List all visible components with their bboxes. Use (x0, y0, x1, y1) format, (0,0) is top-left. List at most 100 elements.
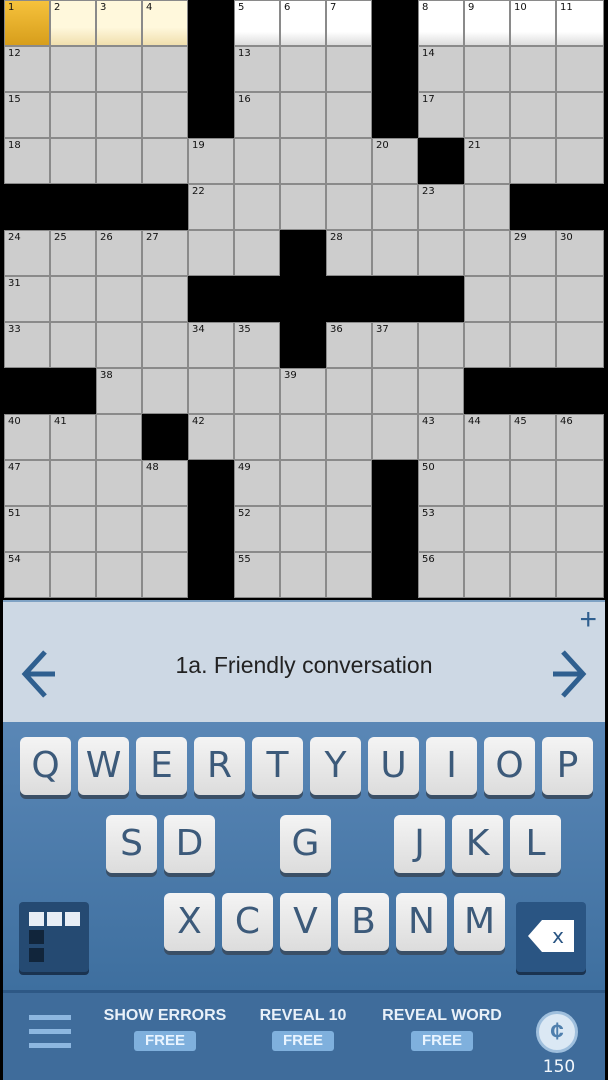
grid-cell[interactable]: 56 (418, 552, 464, 598)
key-u[interactable]: U (368, 737, 419, 795)
grid-cell[interactable]: 23 (418, 184, 464, 230)
grid-cell[interactable] (50, 322, 96, 368)
grid-cell[interactable]: 46 (556, 414, 604, 460)
grid-cell[interactable]: 36 (326, 322, 372, 368)
key-n[interactable]: N (396, 893, 447, 951)
grid-cell[interactable] (96, 414, 142, 460)
key-t[interactable]: T (252, 737, 303, 795)
grid-cell[interactable] (280, 46, 326, 92)
grid-cell[interactable] (142, 322, 188, 368)
grid-cell[interactable] (326, 552, 372, 598)
grid-cell[interactable]: 44 (464, 414, 510, 460)
key-d[interactable]: D (164, 815, 215, 873)
grid-cell[interactable]: 25 (50, 230, 96, 276)
grid-cell[interactable] (50, 92, 96, 138)
grid-cell[interactable]: 19 (188, 138, 234, 184)
key-g[interactable]: G (280, 815, 331, 873)
grid-cell[interactable] (326, 460, 372, 506)
grid-cell[interactable] (50, 552, 96, 598)
grid-cell[interactable] (280, 506, 326, 552)
backspace-key[interactable]: x (516, 902, 586, 972)
grid-cell[interactable]: 17 (418, 92, 464, 138)
grid-cell[interactable]: 28 (326, 230, 372, 276)
grid-cell[interactable] (96, 322, 142, 368)
grid-cell[interactable] (556, 552, 604, 598)
key-m[interactable]: M (454, 893, 505, 951)
grid-cell[interactable] (234, 138, 280, 184)
grid-cell[interactable]: 12 (4, 46, 50, 92)
grid-cell[interactable] (280, 138, 326, 184)
grid-cell[interactable] (326, 506, 372, 552)
coin-icon[interactable]: ¢ (536, 1011, 578, 1053)
grid-cell[interactable]: 43 (418, 414, 464, 460)
key-p[interactable]: P (542, 737, 593, 795)
grid-cell[interactable]: 48 (142, 460, 188, 506)
grid-cell[interactable] (96, 92, 142, 138)
grid-cell[interactable] (326, 184, 372, 230)
grid-cell[interactable] (464, 46, 510, 92)
grid-cell[interactable] (234, 368, 280, 414)
grid-cell[interactable]: 1 (4, 0, 50, 46)
grid-cell[interactable] (50, 506, 96, 552)
grid-cell[interactable]: 35 (234, 322, 280, 368)
grid-cell[interactable]: 34 (188, 322, 234, 368)
grid-cell[interactable] (326, 46, 372, 92)
grid-cell[interactable]: 50 (418, 460, 464, 506)
grid-cell[interactable] (556, 322, 604, 368)
key-k[interactable]: K (452, 815, 503, 873)
grid-cell[interactable]: 55 (234, 552, 280, 598)
grid-cell[interactable]: 4 (142, 0, 188, 46)
grid-cell[interactable] (96, 46, 142, 92)
grid-cell[interactable]: 21 (464, 138, 510, 184)
grid-cell[interactable] (280, 460, 326, 506)
plus-icon[interactable]: + (579, 604, 597, 636)
grid-cell[interactable] (96, 506, 142, 552)
reveal-10-button[interactable]: REVEAL 10 FREE (238, 1007, 368, 1051)
reveal-word-button[interactable]: REVEAL WORD FREE (377, 1007, 507, 1051)
key-q[interactable]: Q (20, 737, 71, 795)
grid-cell[interactable] (464, 230, 510, 276)
grid-cell[interactable] (188, 230, 234, 276)
grid-cell[interactable] (50, 138, 96, 184)
key-x[interactable]: X (164, 893, 215, 951)
grid-cell[interactable]: 33 (4, 322, 50, 368)
key-i[interactable]: I (426, 737, 477, 795)
grid-cell[interactable] (142, 276, 188, 322)
grid-cell[interactable]: 45 (510, 414, 556, 460)
grid-cell[interactable] (372, 184, 418, 230)
grid-cell[interactable]: 18 (4, 138, 50, 184)
grid-cell[interactable] (372, 414, 418, 460)
grid-cell[interactable] (418, 322, 464, 368)
grid-cell[interactable] (96, 552, 142, 598)
grid-cell[interactable] (510, 460, 556, 506)
grid-cell[interactable]: 37 (372, 322, 418, 368)
grid-layout-icon[interactable] (19, 902, 89, 972)
grid-cell[interactable] (234, 184, 280, 230)
grid-cell[interactable] (280, 552, 326, 598)
grid-cell[interactable] (372, 230, 418, 276)
key-b[interactable]: B (338, 893, 389, 951)
grid-cell[interactable]: 22 (188, 184, 234, 230)
grid-cell[interactable] (556, 46, 604, 92)
grid-cell[interactable] (464, 552, 510, 598)
grid-cell[interactable]: 54 (4, 552, 50, 598)
grid-cell[interactable] (326, 92, 372, 138)
grid-cell[interactable] (142, 368, 188, 414)
key-r[interactable]: R (194, 737, 245, 795)
grid-cell[interactable]: 2 (50, 0, 96, 46)
grid-cell[interactable]: 10 (510, 0, 556, 46)
grid-cell[interactable] (234, 414, 280, 460)
grid-cell[interactable] (96, 276, 142, 322)
grid-cell[interactable]: 38 (96, 368, 142, 414)
key-e[interactable]: E (136, 737, 187, 795)
grid-cell[interactable] (96, 460, 142, 506)
grid-cell[interactable]: 6 (280, 0, 326, 46)
grid-cell[interactable]: 52 (234, 506, 280, 552)
key-c[interactable]: C (222, 893, 273, 951)
grid-cell[interactable]: 13 (234, 46, 280, 92)
grid-cell[interactable]: 7 (326, 0, 372, 46)
grid-cell[interactable]: 41 (50, 414, 96, 460)
grid-cell[interactable]: 16 (234, 92, 280, 138)
key-s[interactable]: S (106, 815, 157, 873)
grid-cell[interactable]: 31 (4, 276, 50, 322)
